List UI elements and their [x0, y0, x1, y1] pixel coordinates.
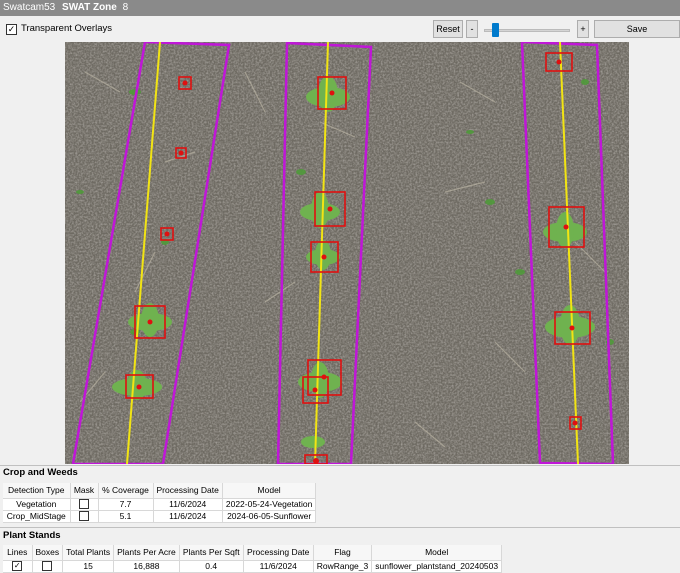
plant-stands-title: Plant Stands	[3, 530, 61, 541]
column-header[interactable]: Processing Date	[243, 545, 314, 561]
transparent-overlays-checkbox[interactable]: ✓	[6, 24, 17, 35]
processing-date-cell: 11/6/2024	[153, 498, 223, 511]
detection-centroid	[327, 206, 333, 212]
table-header-row: Lines Boxes Total Plants Plants Per Acre…	[3, 545, 503, 561]
reset-button[interactable]: Reset	[433, 20, 463, 38]
crop-weeds-table: Detection Type Mask % Coverage Processin…	[3, 483, 317, 523]
field-image-canvas	[65, 42, 629, 464]
column-header[interactable]: Model	[371, 545, 503, 561]
zoom-out-button[interactable]: -	[466, 20, 478, 38]
detection-type-cell: Crop_MidStage	[3, 510, 71, 523]
column-header[interactable]: Mask	[70, 483, 99, 499]
flag-cell: RowRange_3	[313, 560, 373, 573]
column-header[interactable]: Model	[222, 483, 317, 499]
detection-centroid	[321, 254, 327, 260]
model-cell: 2022-05-24-Vegetation	[222, 498, 317, 511]
zoom-in-button[interactable]: +	[577, 20, 589, 38]
boxes-checkbox[interactable]	[42, 561, 53, 572]
detection-centroid	[569, 325, 575, 331]
detection-centroid	[313, 458, 319, 464]
save-button[interactable]: Save	[594, 20, 680, 38]
column-header[interactable]: Total Plants	[62, 545, 115, 561]
coverage-cell: 7.7	[98, 498, 154, 511]
total-plants-cell: 15	[62, 560, 115, 573]
mask-checkbox[interactable]	[79, 511, 89, 522]
model-cell: 2024-06-05-Sunflower	[222, 510, 317, 523]
mask-checkbox[interactable]	[79, 499, 89, 510]
column-header[interactable]: Flag	[313, 545, 373, 561]
column-header[interactable]: Boxes	[32, 545, 64, 561]
table-row[interactable]: Vegetation 7.7 11/6/2024 2022-05-24-Vege…	[3, 498, 317, 511]
plants-per-acre-cell: 16,888	[113, 560, 180, 573]
window-titlebar: Swatcam53 SWAT Zone 8	[0, 0, 680, 16]
soil-texture	[65, 42, 629, 464]
plants-per-sqft-cell: 0.4	[179, 560, 244, 573]
zoom-slider-thumb[interactable]	[491, 23, 499, 37]
detection-centroid	[312, 387, 318, 393]
detection-type-cell: Vegetation	[3, 498, 71, 511]
toolbar: ✓ Transparent Overlays Reset - + Save	[0, 16, 680, 42]
model-cell: sunflower_plantstand_20240503	[371, 560, 503, 573]
table-row[interactable]: Crop_MidStage 5.1 11/6/2024 2024-06-05-S…	[3, 510, 317, 523]
lines-checkbox[interactable]: ✓	[12, 561, 23, 572]
detection-centroid	[136, 384, 142, 390]
column-header[interactable]: Plants Per Acre	[113, 545, 180, 561]
plant-stands-table: Lines Boxes Total Plants Plants Per Acre…	[3, 545, 503, 573]
column-header[interactable]: Detection Type	[3, 483, 71, 499]
table-row[interactable]: ✓ 15 16,888 0.4 11/6/2024 RowRange_3 sun…	[3, 560, 503, 573]
zone-number: 8	[122, 2, 129, 13]
column-header[interactable]: % Coverage	[98, 483, 154, 499]
column-header[interactable]: Plants Per Sqft	[179, 545, 244, 561]
processing-date-cell: 11/6/2024	[243, 560, 314, 573]
coverage-cell: 5.1	[98, 510, 154, 523]
detection-centroid	[147, 319, 153, 325]
detection-centroid	[563, 224, 569, 230]
panel-divider	[0, 465, 680, 466]
detection-centroid	[164, 231, 170, 237]
field-image[interactable]	[65, 42, 629, 464]
processing-date-cell: 11/6/2024	[153, 510, 223, 523]
crop-weeds-title: Crop and Weeds	[3, 467, 78, 478]
column-header[interactable]: Processing Date	[153, 483, 223, 499]
zone-label: SWAT Zone	[62, 2, 117, 13]
detection-centroid	[329, 90, 335, 96]
table-header-row: Detection Type Mask % Coverage Processin…	[3, 483, 317, 499]
detection-centroid	[556, 59, 562, 65]
detection-centroid	[178, 150, 184, 156]
column-header[interactable]: Lines	[3, 545, 33, 561]
detection-centroid	[182, 80, 188, 86]
detection-centroid	[321, 374, 327, 380]
detection-centroid	[572, 420, 578, 426]
panel-divider	[0, 527, 680, 528]
transparent-overlays-label: Transparent Overlays	[21, 23, 112, 34]
window-title: Swatcam53	[3, 2, 56, 13]
